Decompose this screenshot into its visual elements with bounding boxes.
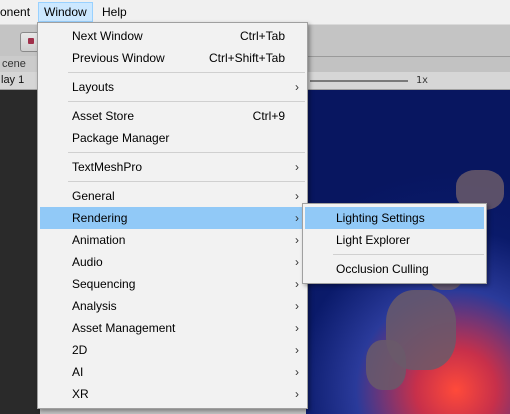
chevron-right-icon: › — [295, 255, 299, 269]
shortcut-label: Ctrl+Shift+Tab — [208, 51, 285, 65]
menu-help[interactable]: Help — [97, 3, 132, 21]
rendering-submenu: Lighting Settings Light Explorer Occlusi… — [302, 203, 487, 284]
chevron-right-icon: › — [295, 233, 299, 247]
menu-item-2d[interactable]: 2D › — [40, 339, 305, 361]
menu-item-layouts[interactable]: Layouts › — [40, 76, 305, 98]
shortcut-label: Ctrl+9 — [252, 109, 285, 123]
menu-item-label: Animation — [72, 233, 126, 247]
menu-separator — [68, 72, 305, 73]
menu-item-ai[interactable]: AI › — [40, 361, 305, 383]
menu-item-previous-window[interactable]: Previous Window Ctrl+Shift+Tab — [40, 47, 305, 69]
window-menu: Next Window Ctrl+Tab Previous Window Ctr… — [37, 22, 308, 409]
chevron-right-icon: › — [295, 211, 299, 225]
menu-item-label: Previous Window — [72, 51, 165, 65]
menu-item-asset-management[interactable]: Asset Management › — [40, 317, 305, 339]
menu-item-label: Next Window — [72, 29, 143, 43]
scale-slider[interactable] — [310, 80, 408, 82]
menu-item-label: General — [72, 189, 115, 203]
menu-separator — [68, 101, 305, 102]
menu-item-label: 2D — [72, 343, 88, 357]
chevron-right-icon: › — [295, 321, 299, 335]
menu-item-label: Audio — [72, 255, 103, 269]
menu-item-label: AI — [72, 365, 84, 379]
menu-item-label: Light Explorer — [336, 233, 411, 247]
menu-window[interactable]: Window — [38, 2, 93, 22]
shortcut-label: Ctrl+Tab — [239, 29, 285, 43]
menu-item-package-manager[interactable]: Package Manager — [40, 127, 305, 149]
menu-item-animation[interactable]: Animation › — [40, 229, 305, 251]
menu-item-label: TextMeshPro — [72, 160, 143, 174]
menu-item-sequencing[interactable]: Sequencing › — [40, 273, 305, 295]
chevron-right-icon: › — [295, 343, 299, 357]
menu-item-textmeshpro[interactable]: TextMeshPro › — [40, 156, 305, 178]
menu-item-audio[interactable]: Audio › — [40, 251, 305, 273]
menu-item-label: Sequencing — [72, 277, 136, 291]
menu-item-general[interactable]: General › — [40, 185, 305, 207]
menu-item-lighting-settings[interactable]: Lighting Settings — [305, 207, 484, 229]
chevron-right-icon: › — [295, 80, 299, 94]
menu-item-occlusion-culling[interactable]: Occlusion Culling — [305, 258, 484, 280]
menu-separator — [68, 152, 305, 153]
menu-item-label: Asset Management — [72, 321, 176, 335]
scene-object — [366, 340, 406, 390]
menu-item-rendering[interactable]: Rendering › — [40, 207, 305, 229]
chevron-right-icon: › — [295, 277, 299, 291]
menu-item-analysis[interactable]: Analysis › — [40, 295, 305, 317]
scale-label: 1x — [416, 75, 429, 86]
chevron-right-icon: › — [295, 387, 299, 401]
collab-icon — [28, 38, 34, 44]
menu-separator — [333, 254, 484, 255]
menu-item-label: XR — [72, 387, 89, 401]
menu-item-label: Rendering — [72, 211, 128, 225]
tab-scene[interactable]: cene — [0, 56, 42, 72]
chevron-right-icon: › — [295, 365, 299, 379]
chevron-right-icon: › — [295, 299, 299, 313]
menu-item-label: Asset Store — [72, 109, 135, 123]
chevron-right-icon: › — [295, 189, 299, 203]
menu-item-label: Layouts — [72, 80, 115, 94]
menu-item-next-window[interactable]: Next Window Ctrl+Tab — [40, 25, 305, 47]
chevron-right-icon: › — [295, 160, 299, 174]
menu-item-light-explorer[interactable]: Light Explorer — [305, 229, 484, 251]
menu-item-label: Occlusion Culling — [336, 262, 429, 276]
menu-item-xr[interactable]: XR › — [40, 383, 305, 405]
display-dropdown[interactable]: lay 1 — [0, 72, 24, 89]
menu-component[interactable]: onent — [0, 3, 35, 21]
menu-separator — [68, 181, 305, 182]
menu-item-label: Analysis — [72, 299, 117, 313]
left-panel — [0, 90, 40, 414]
menu-item-asset-store[interactable]: Asset Store Ctrl+9 — [40, 105, 305, 127]
menu-item-label: Package Manager — [72, 131, 170, 145]
menu-item-label: Lighting Settings — [336, 211, 425, 225]
